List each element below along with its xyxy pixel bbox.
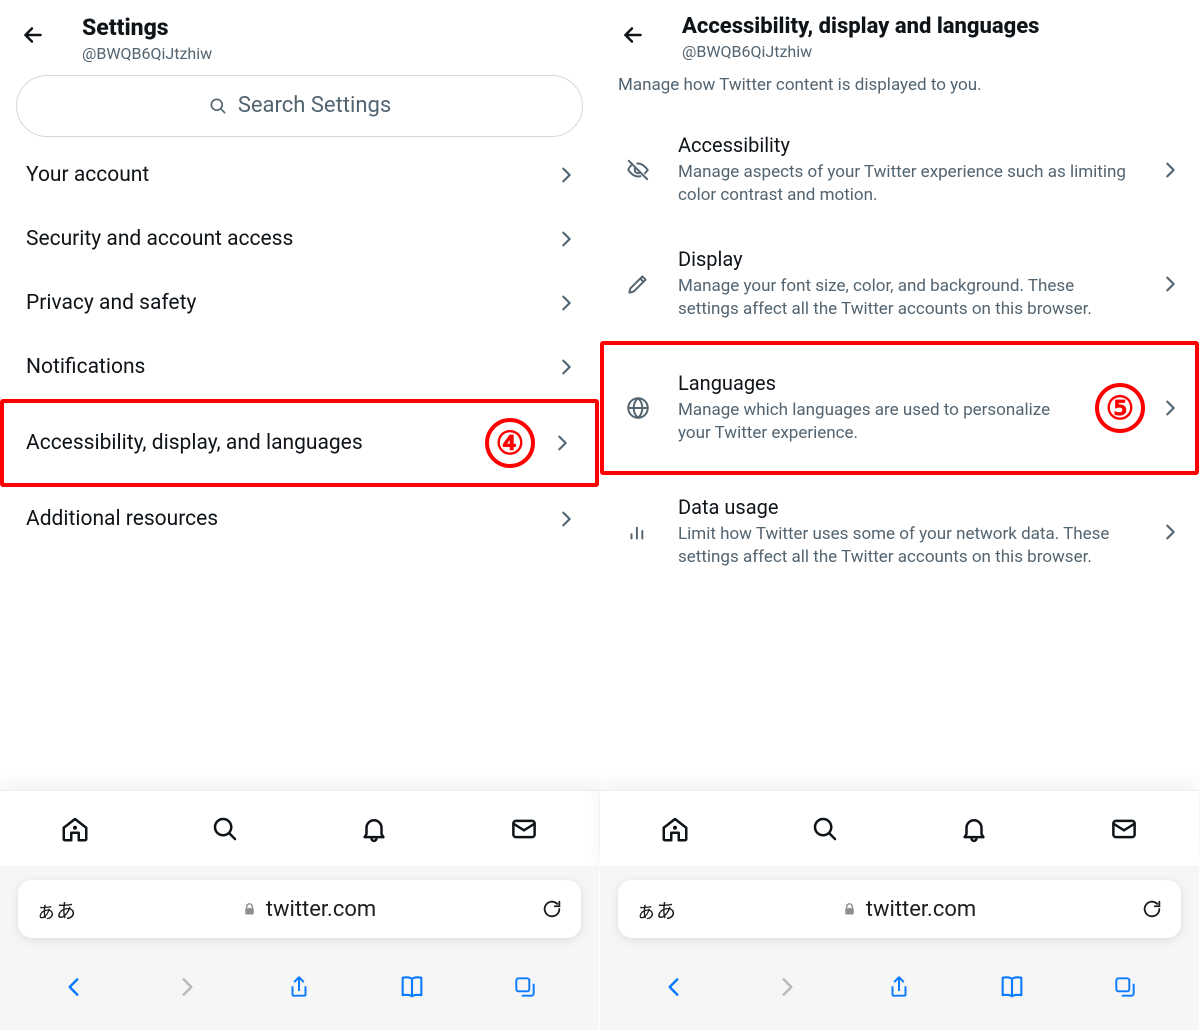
messages-tab[interactable] (504, 809, 544, 849)
pencil-icon (618, 271, 658, 297)
item-label: Accessibility, display, and languages (26, 431, 537, 455)
header: Settings @BWQB6QiJtzhiw (0, 0, 599, 73)
safari-toolbar: ぁあ twitter.com (0, 866, 599, 1030)
detail-item-accessibility[interactable]: Accessibility Manage aspects of your Twi… (600, 113, 1199, 227)
chevron-right-icon (555, 508, 577, 530)
messages-tab[interactable] (1104, 809, 1144, 849)
chevron-right-icon (1159, 397, 1181, 419)
eye-off-icon (618, 157, 658, 183)
item-label: Security and account access (26, 227, 541, 251)
safari-back[interactable] (654, 967, 694, 1007)
bars-icon (618, 519, 658, 545)
user-handle: @BWQB6QiJtzhiw (682, 42, 1183, 61)
item-title: Languages (678, 371, 1079, 395)
back-button[interactable] (616, 18, 650, 52)
lock-icon (241, 901, 258, 918)
safari-forward[interactable] (167, 967, 207, 1007)
search-tab[interactable] (805, 809, 845, 849)
section-description: Manage how Twitter content is displayed … (600, 71, 1199, 113)
globe-icon (618, 395, 658, 421)
settings-item-security[interactable]: Security and account access (0, 207, 599, 271)
reload-button[interactable] (541, 898, 563, 920)
url-text: twitter.com (866, 897, 976, 922)
annotation-badge-5: ⑤ (1095, 383, 1145, 433)
back-button[interactable] (16, 18, 50, 52)
left-pane: Settings @BWQB6QiJtzhiw Search Settings … (0, 0, 600, 1030)
safari-back[interactable] (54, 967, 94, 1007)
header: Accessibility, display and languages @BW… (600, 0, 1199, 71)
item-label: Notifications (26, 355, 541, 379)
item-title: Data usage (678, 495, 1139, 519)
safari-toolbar: ぁあ twitter.com (600, 866, 1199, 1030)
lock-icon (841, 901, 858, 918)
search-icon (208, 96, 228, 116)
page-title: Settings (82, 14, 583, 42)
item-desc: Manage your font size, color, and backgr… (678, 275, 1139, 321)
settings-item-notifications[interactable]: Notifications (0, 335, 599, 399)
twitter-bottom-nav (0, 790, 599, 866)
settings-item-additional[interactable]: Additional resources (0, 487, 599, 551)
annotation-badge-4: ④ (485, 418, 535, 468)
reload-button[interactable] (1141, 898, 1163, 920)
home-tab[interactable] (655, 809, 695, 849)
home-tab[interactable] (55, 809, 95, 849)
search-settings-input[interactable]: Search Settings (16, 75, 583, 137)
settings-item-accessibility[interactable]: Accessibility, display, and languages ④ (0, 399, 599, 487)
user-handle: @BWQB6QiJtzhiw (82, 44, 583, 63)
chevron-right-icon (555, 164, 577, 186)
safari-tabs[interactable] (1105, 967, 1145, 1007)
item-label: Additional resources (26, 507, 541, 531)
notifications-tab[interactable] (354, 809, 394, 849)
search-placeholder: Search Settings (238, 93, 391, 118)
detail-item-languages[interactable]: Languages Manage which languages are use… (600, 341, 1199, 475)
notifications-tab[interactable] (954, 809, 994, 849)
text-size-button[interactable]: ぁあ (636, 895, 676, 924)
safari-share[interactable] (279, 967, 319, 1007)
chevron-right-icon (555, 292, 577, 314)
item-title: Display (678, 247, 1139, 271)
text-size-button[interactable]: ぁあ (36, 895, 76, 924)
chevron-right-icon (1159, 273, 1181, 295)
item-desc: Manage which languages are used to perso… (678, 399, 1079, 445)
settings-item-privacy[interactable]: Privacy and safety (0, 271, 599, 335)
settings-item-your-account[interactable]: Your account (0, 143, 599, 207)
safari-bookmarks[interactable] (992, 967, 1032, 1007)
page-title: Accessibility, display and languages (682, 14, 1183, 40)
safari-tabs[interactable] (505, 967, 545, 1007)
chevron-right-icon (1159, 521, 1181, 543)
item-label: Privacy and safety (26, 291, 541, 315)
twitter-bottom-nav (600, 790, 1199, 866)
detail-item-display[interactable]: Display Manage your font size, color, an… (600, 227, 1199, 341)
item-label: Your account (26, 163, 541, 187)
item-desc: Limit how Twitter uses some of your netw… (678, 523, 1139, 569)
chevron-right-icon (555, 228, 577, 250)
address-bar[interactable]: ぁあ twitter.com (618, 880, 1181, 938)
detail-item-data-usage[interactable]: Data usage Limit how Twitter uses some o… (600, 475, 1199, 589)
chevron-right-icon (1159, 159, 1181, 181)
address-bar[interactable]: ぁあ twitter.com (18, 880, 581, 938)
right-pane: Accessibility, display and languages @BW… (600, 0, 1200, 1030)
item-desc: Manage aspects of your Twitter experienc… (678, 161, 1139, 207)
safari-bookmarks[interactable] (392, 967, 432, 1007)
chevron-right-icon (555, 356, 577, 378)
url-text: twitter.com (266, 897, 376, 922)
safari-forward[interactable] (767, 967, 807, 1007)
item-title: Accessibility (678, 133, 1139, 157)
safari-share[interactable] (879, 967, 919, 1007)
search-tab[interactable] (205, 809, 245, 849)
chevron-right-icon (551, 432, 573, 454)
